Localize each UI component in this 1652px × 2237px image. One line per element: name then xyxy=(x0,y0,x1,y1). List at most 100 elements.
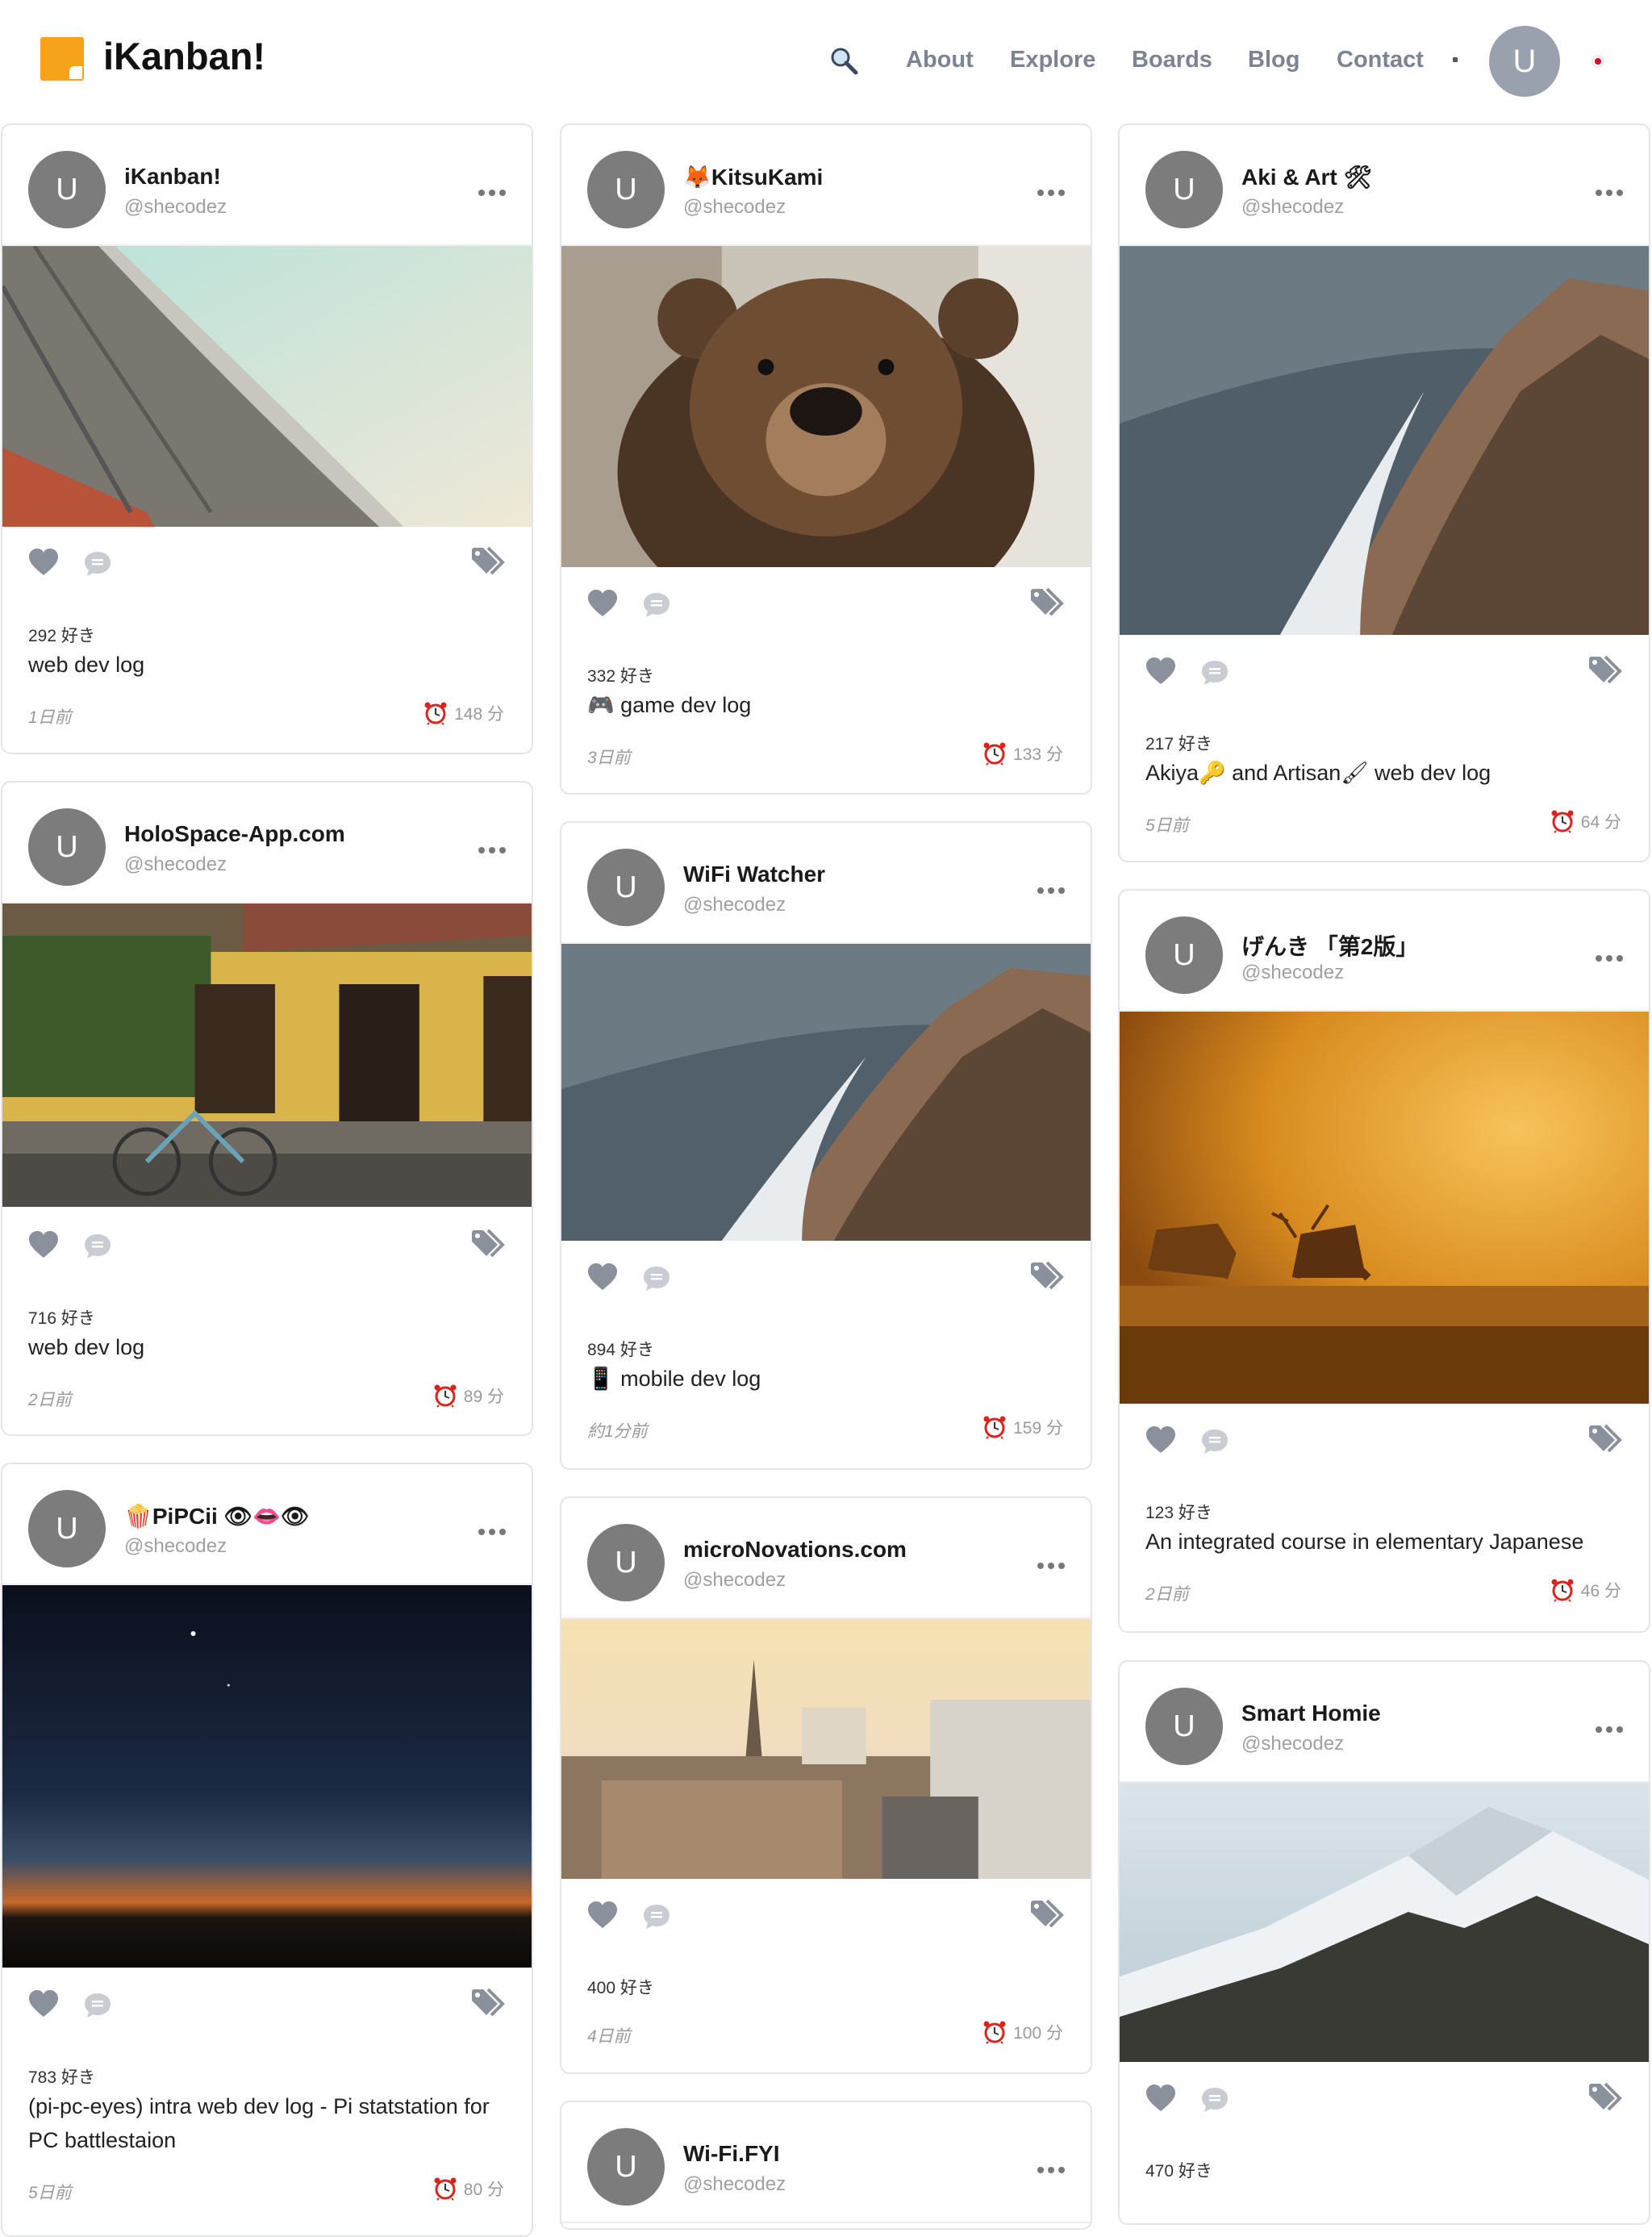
comment-icon[interactable] xyxy=(1200,1428,1229,1455)
heart-icon[interactable] xyxy=(28,1990,59,2018)
post-card-aki-art[interactable]: U Aki & Art 🛠 @shecodez 217 好き Akiya🔑 an… xyxy=(1118,123,1650,862)
avatar[interactable]: U xyxy=(1145,1688,1223,1765)
likes-count: 716 好き xyxy=(28,1309,95,1328)
card-username[interactable]: @shecodez xyxy=(683,1569,786,1592)
card-title[interactable]: iKanban! xyxy=(124,164,221,190)
card-title[interactable]: げんき 「第2版」 xyxy=(1241,929,1418,962)
card-title[interactable]: 🦊KitsuKami xyxy=(683,164,823,190)
more-options-icon[interactable] xyxy=(1037,2167,1065,2173)
rock-wave-image[interactable] xyxy=(561,944,1091,1241)
post-card-genki[interactable]: U げんき 「第2版」 @shecodez 123 好き An integrat… xyxy=(1118,889,1650,1633)
more-options-icon[interactable] xyxy=(1037,887,1065,894)
avatar[interactable]: U xyxy=(28,1490,106,1567)
more-options-icon[interactable] xyxy=(1596,1726,1623,1733)
tags-icon[interactable] xyxy=(1029,1261,1066,1292)
avatar[interactable]: U xyxy=(587,1524,665,1601)
more-options-icon[interactable] xyxy=(478,190,506,196)
more-options-icon[interactable] xyxy=(478,1529,506,1535)
read-time: 46 分 xyxy=(1550,1578,1621,1602)
nav-explore-link[interactable]: Explore xyxy=(1010,47,1095,73)
more-options-icon[interactable] xyxy=(1037,190,1065,196)
card-username[interactable]: @shecodez xyxy=(124,853,227,876)
card-username[interactable]: @shecodez xyxy=(124,196,227,219)
comment-icon[interactable] xyxy=(1200,659,1229,687)
avatar[interactable]: U xyxy=(587,151,665,228)
post-card-smart-homie[interactable]: U Smart Homie @shecodez 470 好き xyxy=(1118,1660,1650,2225)
city-image[interactable] xyxy=(561,1619,1091,1879)
card-username[interactable]: @shecodez xyxy=(1241,1733,1344,1755)
avatar[interactable]: U xyxy=(28,151,106,228)
more-options-icon[interactable] xyxy=(1037,1563,1065,1569)
card-title[interactable]: Aki & Art 🛠 xyxy=(1241,164,1372,190)
tags-icon[interactable] xyxy=(1587,2082,1625,2113)
bear-image[interactable] xyxy=(561,246,1091,567)
avatar[interactable]: U xyxy=(1145,916,1223,994)
deer-image[interactable] xyxy=(1120,1012,1649,1404)
user-avatar[interactable]: U xyxy=(1489,26,1560,97)
heart-icon[interactable] xyxy=(587,1901,618,1929)
heart-icon[interactable] xyxy=(1145,657,1176,685)
card-title[interactable]: HoloSpace-App.com xyxy=(124,821,345,847)
nav-about-link[interactable]: About xyxy=(906,47,974,73)
post-card-pipcii[interactable]: U 🍿PiPCii 👁👄👁 @shecodez 783 好き (pi-pc-ey… xyxy=(1,1463,533,2237)
tags-icon[interactable] xyxy=(1587,1424,1625,1454)
comment-icon[interactable] xyxy=(83,1233,112,1260)
card-username[interactable]: @shecodez xyxy=(683,196,786,219)
post-card-wifi-fyi[interactable]: U Wi-Fi.FYI @shecodez xyxy=(560,2101,1092,2230)
tags-icon[interactable] xyxy=(470,1988,507,2018)
nav-blog-link[interactable]: Blog xyxy=(1248,47,1299,73)
card-title[interactable]: microNovations.com xyxy=(683,1537,907,1563)
avatar[interactable]: U xyxy=(1145,151,1223,228)
card-username[interactable]: @shecodez xyxy=(683,894,786,916)
logo-icon[interactable] xyxy=(40,37,84,81)
search-icon[interactable] xyxy=(828,45,861,77)
likes-count: 332 好き xyxy=(587,667,654,686)
tags-icon[interactable] xyxy=(1029,587,1066,618)
heart-icon[interactable] xyxy=(28,549,59,576)
comment-icon[interactable] xyxy=(642,1903,671,1930)
post-card-ikanban[interactable]: U iKanban! @shecodez 292 好き web dev log … xyxy=(1,123,533,754)
rock-wave-image[interactable] xyxy=(1120,246,1649,635)
comment-icon[interactable] xyxy=(83,1992,112,2019)
card-title[interactable]: 🍿PiPCii 👁👄👁 xyxy=(124,1503,310,1530)
street-image[interactable] xyxy=(2,904,532,1207)
post-card-micronovations[interactable]: U microNovations.com @shecodez 400 好き 4日… xyxy=(560,1496,1092,2074)
logo-text[interactable]: iKanban! xyxy=(103,34,265,78)
top-navbar: iKanban! About Explore Boards Blog Conta… xyxy=(0,0,1652,121)
post-card-holospace[interactable]: U HoloSpace-App.com @shecodez 716 好き web… xyxy=(1,781,533,1436)
mountain-image[interactable] xyxy=(1120,1783,1649,2062)
tags-icon[interactable] xyxy=(470,546,507,577)
comment-icon[interactable] xyxy=(83,550,112,578)
heart-icon[interactable] xyxy=(1145,1426,1176,1454)
heart-icon[interactable] xyxy=(587,590,618,617)
avatar[interactable]: U xyxy=(28,808,106,886)
avatar[interactable]: U xyxy=(587,849,665,926)
comment-icon[interactable] xyxy=(642,591,671,619)
more-options-icon[interactable] xyxy=(1596,190,1623,196)
tags-icon[interactable] xyxy=(1587,655,1625,686)
comment-icon[interactable] xyxy=(642,1265,671,1292)
card-title[interactable]: Wi-Fi.FYI xyxy=(683,2141,780,2167)
heart-icon[interactable] xyxy=(28,1231,59,1258)
night-sky-image[interactable] xyxy=(2,1585,532,1968)
card-username[interactable]: @shecodez xyxy=(683,2173,786,2196)
avatar[interactable]: U xyxy=(587,2128,665,2206)
card-title[interactable]: WiFi Watcher xyxy=(683,862,825,887)
post-card-wifi-watcher[interactable]: U WiFi Watcher @shecodez 894 好き 📱 mobile… xyxy=(560,821,1092,1470)
more-options-icon[interactable] xyxy=(1596,955,1623,962)
heart-icon[interactable] xyxy=(1145,2085,1176,2112)
more-options-icon[interactable] xyxy=(478,847,506,853)
post-card-kitsukami[interactable]: U 🦊KitsuKami @shecodez 332 好き 🎮 game dev… xyxy=(560,123,1092,795)
card-title[interactable]: Smart Homie xyxy=(1241,1701,1381,1726)
heart-icon[interactable] xyxy=(587,1263,618,1291)
nav-boards-link[interactable]: Boards xyxy=(1132,47,1212,73)
card-username[interactable]: @shecodez xyxy=(1241,962,1344,984)
nav-contact-link[interactable]: Contact xyxy=(1337,47,1424,73)
architecture-image[interactable] xyxy=(2,246,532,527)
japan-flag-icon[interactable] xyxy=(1592,55,1604,68)
card-username[interactable]: @shecodez xyxy=(124,1535,227,1558)
card-username[interactable]: @shecodez xyxy=(1241,196,1344,219)
tags-icon[interactable] xyxy=(1029,1899,1066,1930)
comment-icon[interactable] xyxy=(1200,2086,1229,2114)
tags-icon[interactable] xyxy=(470,1229,507,1259)
